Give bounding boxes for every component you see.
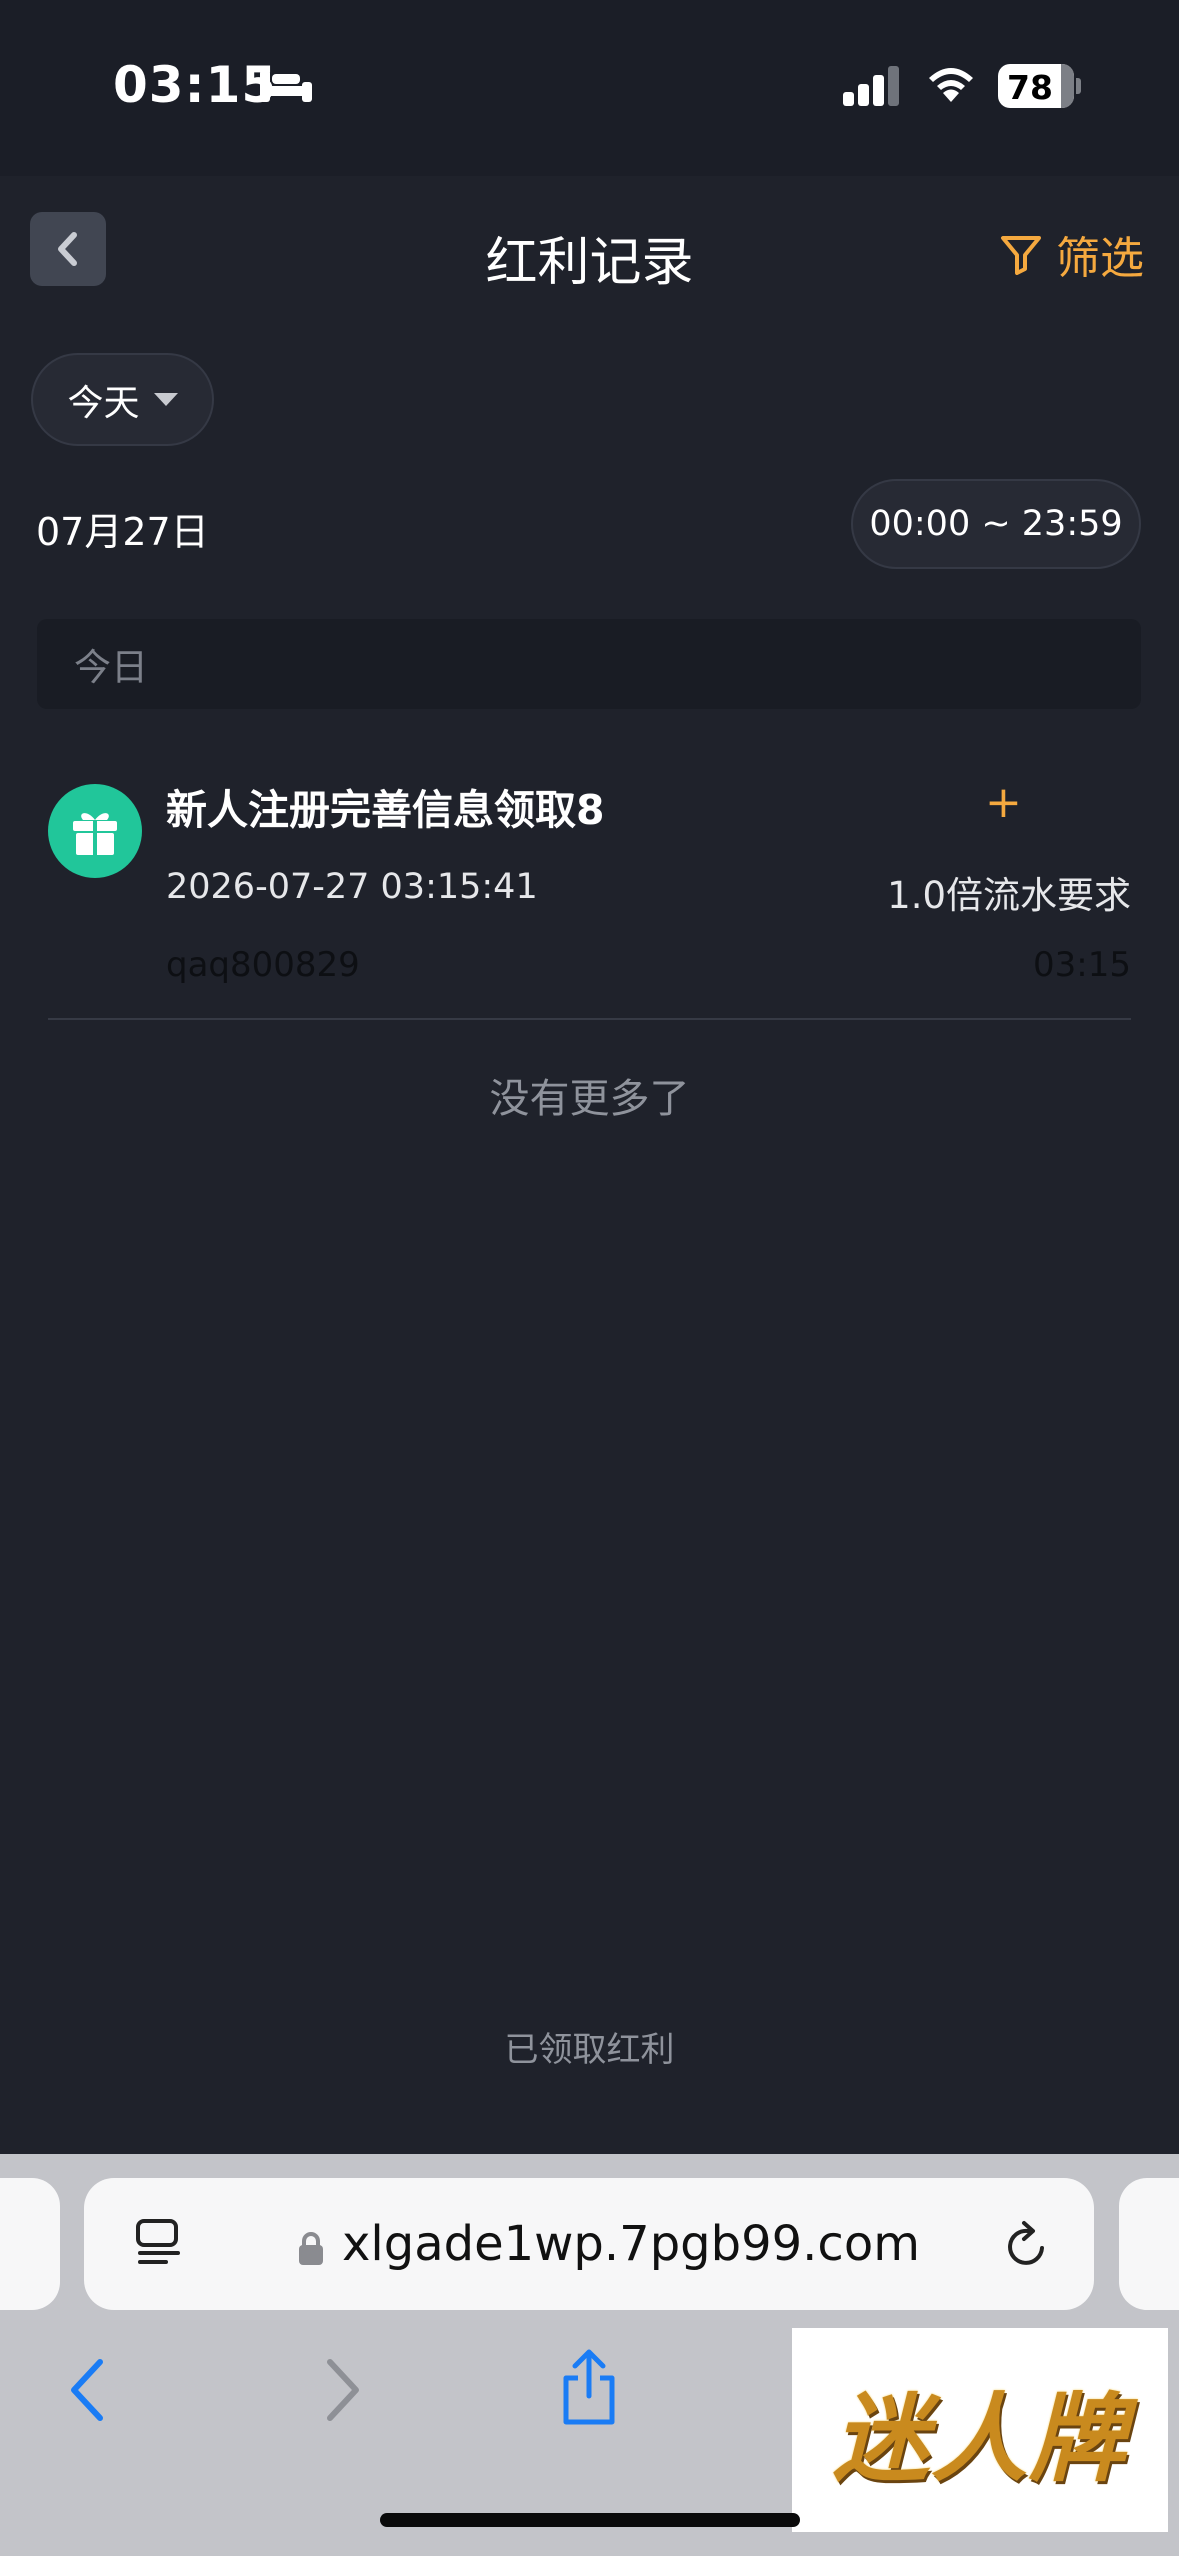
- reload-icon[interactable]: [1002, 2220, 1052, 2272]
- time-range-picker[interactable]: 00:00 ~ 23:59: [851, 479, 1141, 569]
- url-text: xlgade1wp.7pgb99.com: [342, 2216, 920, 2272]
- status-time: 03:15: [113, 56, 278, 114]
- list-item[interactable]: 新人注册完善信息领取8 + 2026-07-27 03:15:41 1.0倍流水…: [48, 767, 1131, 1020]
- selected-date: 07月27日: [36, 510, 209, 554]
- record-username: qaq800829: [166, 945, 360, 985]
- record-requirement: 1.0倍流水要求: [887, 874, 1131, 917]
- lock-icon: [299, 2232, 323, 2265]
- browser-toolbar: xlgade1wp.7pgb99.com 迷人牌: [0, 2154, 1179, 2556]
- record-title: 新人注册完善信息领取8: [166, 786, 605, 834]
- gift-icon: [48, 784, 142, 878]
- date-range-selected: 今天: [67, 382, 140, 424]
- status-bar: 03:15 78: [0, 0, 1179, 176]
- record-datetime: 2026-07-27 03:15:41: [166, 867, 538, 907]
- battery-icon: 78: [998, 64, 1081, 108]
- claimed-bonus-label: 已领取红利: [504, 2030, 675, 2070]
- forward-arrow-icon[interactable]: [322, 2358, 362, 2422]
- funnel-icon: [1001, 236, 1041, 275]
- watermark-logo: 迷人牌: [792, 2328, 1168, 2532]
- next-tab-card[interactable]: [1119, 2178, 1179, 2310]
- page: 03:15 78 红利记录 筛选 今天 07月27日 00:00 ~ 23:59…: [0, 0, 1179, 2556]
- record-amount-sign: +: [985, 777, 1022, 828]
- section-header-today: 今日: [37, 619, 1141, 709]
- share-icon[interactable]: [556, 2348, 622, 2428]
- previous-tab-card[interactable]: [0, 2178, 60, 2310]
- date-range-dropdown[interactable]: 今天: [31, 353, 214, 446]
- filter-label: 筛选: [1056, 233, 1144, 284]
- time-range-label: 00:00 ~ 23:59: [869, 504, 1123, 544]
- filter-button[interactable]: 筛选: [1000, 222, 1144, 286]
- list-end-message: 没有更多了: [489, 1076, 690, 1122]
- caret-down-icon: [153, 393, 178, 406]
- record-time: 03:15: [1033, 945, 1131, 985]
- address-bar[interactable]: xlgade1wp.7pgb99.com: [84, 2178, 1094, 2310]
- signal-icon: [843, 66, 899, 106]
- home-indicator[interactable]: [380, 2513, 800, 2527]
- back-button[interactable]: [30, 212, 106, 286]
- back-arrow-icon[interactable]: [68, 2358, 108, 2422]
- battery-level: 78: [1007, 68, 1053, 107]
- section-label: 今日: [74, 646, 148, 689]
- wifi-icon: [929, 68, 973, 102]
- watermark-text: 迷人牌: [833, 2382, 1127, 2495]
- reader-icon[interactable]: [134, 2218, 184, 2270]
- bed-icon: [260, 70, 312, 102]
- chevron-left-icon: [58, 232, 77, 266]
